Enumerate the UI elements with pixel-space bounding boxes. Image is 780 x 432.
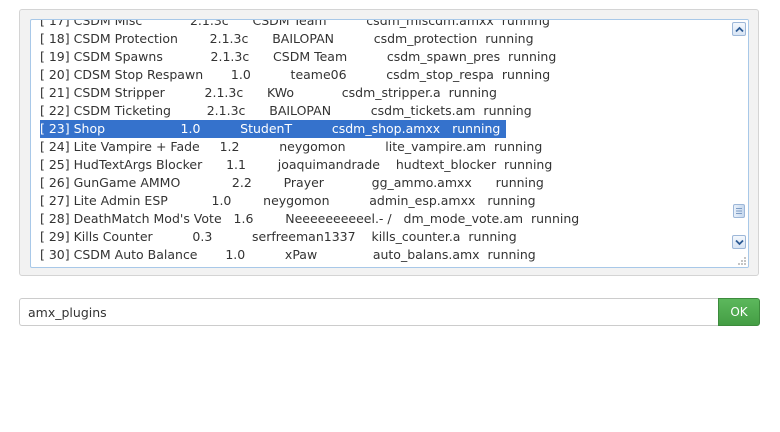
console-line-text: [ 24] Lite Vampire + Fade 1.2 neygomon l… xyxy=(40,139,543,154)
grip-lines-icon xyxy=(736,208,742,214)
console-line-text: [ 19] CSDM Spawns 2.1.3c CSDM Team csdm_… xyxy=(40,49,557,64)
console-line[interactable]: [ 19] CSDM Spawns 2.1.3c CSDM Team csdm_… xyxy=(40,48,730,66)
console-line-text: [ 21] CSDM Stripper 2.1.3c KWo csdm_stri… xyxy=(40,85,497,100)
command-input[interactable] xyxy=(19,298,719,326)
console-lines: [ 17] CSDM Misc 2.1.3c CSDM Team csdm_mi… xyxy=(40,19,730,264)
ok-button[interactable]: OK xyxy=(718,298,760,326)
resize-grip-icon[interactable] xyxy=(737,256,747,266)
scroll-up-button[interactable] xyxy=(732,22,746,36)
console-line[interactable]: [ 22] CSDM Ticketing 2.1.3c BAILOPAN csd… xyxy=(40,102,730,120)
scroll-thumb[interactable] xyxy=(733,204,745,218)
vertical-scrollbar[interactable] xyxy=(731,20,748,267)
console-line-text: [ 23] Shop 1.0 StudenT csdm_shop.amxx ru… xyxy=(40,120,507,138)
console-line-text: [ 18] CSDM Protection 2.1.3c BAILOPAN cs… xyxy=(40,31,534,46)
console-line[interactable]: [ 20] CDSM Stop Respawn 1.0 teame06 csdm… xyxy=(40,66,730,84)
console-line[interactable]: [ 28] DeathMatch Mod's Vote 1.6 Neeeeeee… xyxy=(40,210,730,228)
console-line-text: [ 27] Lite Admin ESP 1.0 neygomon admin_… xyxy=(40,193,536,208)
console-line-text: [ 22] CSDM Ticketing 2.1.3c BAILOPAN csd… xyxy=(40,103,532,118)
chevron-down-icon xyxy=(735,239,744,246)
console-line-text: [ 29] Kills Counter 0.3 serfreeman1337 k… xyxy=(40,229,517,244)
console-line-text: [ 26] GunGame AMMO 2.2 Prayer gg_ammo.am… xyxy=(40,175,544,190)
console-line[interactable]: [ 18] CSDM Protection 2.1.3c BAILOPAN cs… xyxy=(40,30,730,48)
scroll-down-button[interactable] xyxy=(732,235,746,249)
console-panel: [ 17] CSDM Misc 2.1.3c CSDM Team csdm_mi… xyxy=(19,9,759,276)
console-line-text: [ 25] HudTextArgs Blocker 1.1 joaquimand… xyxy=(40,157,553,172)
console-line[interactable]: [ 29] Kills Counter 0.3 serfreeman1337 k… xyxy=(40,228,730,246)
console-line-text: [ 20] CDSM Stop Respawn 1.0 teame06 csdm… xyxy=(40,67,551,82)
console-line[interactable]: [ 30] CSDM Auto Balance 1.0 xPaw auto_ba… xyxy=(40,246,730,264)
console-line[interactable]: [ 21] CSDM Stripper 2.1.3c KWo csdm_stri… xyxy=(40,84,730,102)
console-line[interactable]: [ 27] Lite Admin ESP 1.0 neygomon admin_… xyxy=(40,192,730,210)
console-output[interactable]: [ 17] CSDM Misc 2.1.3c CSDM Team csdm_mi… xyxy=(30,19,749,268)
console-line[interactable]: [ 24] Lite Vampire + Fade 1.2 neygomon l… xyxy=(40,138,730,156)
chevron-up-icon xyxy=(735,26,744,33)
console-line-selected[interactable]: [ 23] Shop 1.0 StudenT csdm_shop.amxx ru… xyxy=(40,120,730,138)
console-line-text: [ 17] CSDM Misc 2.1.3c CSDM Team csdm_mi… xyxy=(40,19,550,28)
console-line-text: [ 28] DeathMatch Mod's Vote 1.6 Neeeeeee… xyxy=(40,211,580,226)
console-line[interactable]: [ 17] CSDM Misc 2.1.3c CSDM Team csdm_mi… xyxy=(40,19,730,30)
console-line[interactable]: [ 26] GunGame AMMO 2.2 Prayer gg_ammo.am… xyxy=(40,174,730,192)
console-line[interactable]: [ 25] HudTextArgs Blocker 1.1 joaquimand… xyxy=(40,156,730,174)
console-line-text: [ 30] CSDM Auto Balance 1.0 xPaw auto_ba… xyxy=(40,247,536,262)
